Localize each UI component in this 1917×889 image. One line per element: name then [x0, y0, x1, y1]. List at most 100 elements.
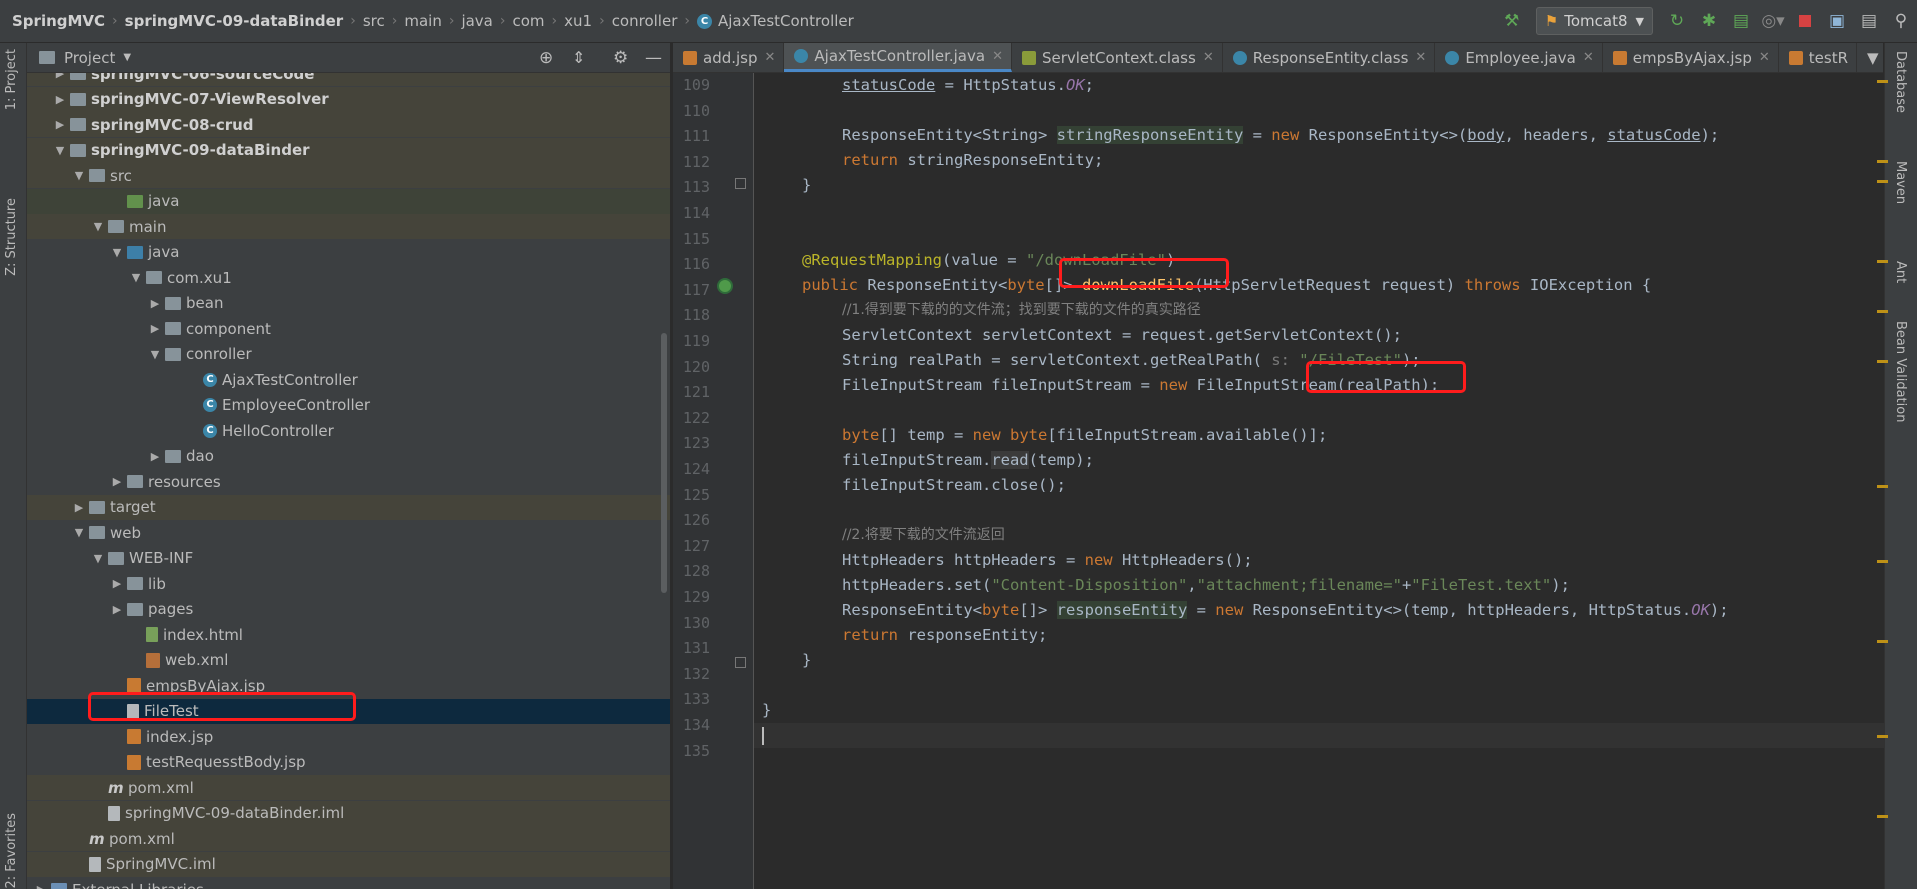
expand-right-icon[interactable]: ▶	[147, 322, 163, 335]
warning-mark[interactable]	[1877, 180, 1888, 183]
tree-item[interactable]: ▶ bean	[27, 291, 670, 316]
close-icon[interactable]: ✕	[992, 49, 1003, 64]
breadcrumb-item[interactable]: main	[404, 12, 441, 30]
tree-item[interactable]: java	[27, 188, 670, 214]
close-icon[interactable]: ✕	[765, 50, 776, 65]
favorites-tool-tab[interactable]: 2: Favorites	[4, 813, 19, 889]
editor-tab[interactable]: Employee.java ✕	[1435, 43, 1603, 72]
bean-validation-tool-tab[interactable]: Bean Validation	[1893, 321, 1908, 422]
tree-item[interactable]: ▶ springMVC-07-ViewResolver	[27, 86, 670, 112]
tree-item[interactable]: C EmployeeController	[27, 393, 670, 418]
build-hammer-icon[interactable]: ⚒	[1499, 8, 1525, 34]
tree-item[interactable]: testRequesstBody.jsp	[27, 750, 670, 775]
run-config-select[interactable]: ⚑ Tomcat8 ▼	[1535, 7, 1653, 35]
tree-item[interactable]: ▶ dao	[27, 444, 670, 469]
project-panel-title[interactable]: Project	[64, 49, 115, 67]
tree-item[interactable]: SpringMVC.iml	[27, 851, 670, 877]
warning-mark[interactable]	[1877, 485, 1888, 488]
expand-down-icon[interactable]: ▼	[147, 348, 163, 361]
warning-mark[interactable]	[1877, 260, 1888, 263]
breadcrumb-item[interactable]: src	[363, 12, 385, 30]
warning-mark[interactable]	[1877, 560, 1888, 563]
collapse-icon[interactable]: ⇕	[572, 48, 585, 67]
tree-item[interactable]: C HelloController	[27, 418, 670, 443]
gear-icon[interactable]: ⚙	[613, 48, 628, 68]
expand-right-icon[interactable]: ▶	[52, 118, 68, 131]
warning-mark[interactable]	[1877, 360, 1888, 363]
debug-icon[interactable]: ✱	[1696, 8, 1722, 34]
editor-tab[interactable]: testR	[1779, 43, 1857, 72]
tree-item[interactable]: ▶ target	[27, 494, 670, 520]
maven-tool-tab[interactable]: Maven	[1893, 161, 1908, 204]
expand-right-icon[interactable]: ▶	[33, 883, 49, 889]
project-structure-icon[interactable]: ▣	[1824, 8, 1850, 34]
expand-down-icon[interactable]: ▼	[109, 246, 125, 259]
tree-item[interactable]: m pom.xml	[27, 826, 670, 851]
tree-item[interactable]: ▼ WEB-INF	[27, 546, 670, 571]
expand-down-icon[interactable]: ▼	[90, 552, 106, 565]
breadcrumb-item[interactable]: xu1	[564, 12, 592, 30]
editor-tab[interactable]: ResponseEntity.class ✕	[1223, 43, 1436, 72]
tree-item[interactable]: ▼ springMVC-09-dataBinder	[27, 137, 670, 163]
coverage-icon[interactable]: ▤	[1728, 8, 1754, 34]
tree-item[interactable]: ▼ main	[27, 214, 670, 239]
warning-mark[interactable]	[1877, 310, 1888, 313]
database-tool-tab[interactable]: Database	[1893, 51, 1908, 113]
breadcrumb-item[interactable]: java	[461, 12, 492, 30]
expand-right-icon[interactable]: ▶	[52, 93, 68, 106]
expand-down-icon[interactable]: ▼	[52, 144, 68, 157]
breadcrumb-item[interactable]: SpringMVC	[12, 12, 105, 30]
expand-right-icon[interactable]: ▶	[147, 297, 163, 310]
close-icon[interactable]: ✕	[1203, 50, 1214, 65]
tree-item[interactable]: index.jsp	[27, 724, 670, 749]
breadcrumb-item[interactable]: AjaxTestController	[718, 12, 854, 30]
tree-item[interactable]: ▼ web	[27, 520, 670, 545]
expand-down-icon[interactable]: ▼	[90, 220, 106, 233]
warning-mark[interactable]	[1877, 80, 1888, 83]
expand-down-icon[interactable]: ▼	[128, 271, 144, 284]
tree-item[interactable]: ▼ src	[27, 163, 670, 188]
breadcrumb-item[interactable]: springMVC-09-dataBinder	[125, 12, 344, 30]
close-icon[interactable]: ✕	[1415, 50, 1426, 65]
warning-mark[interactable]	[1877, 735, 1888, 738]
expand-down-icon[interactable]: ▼	[71, 526, 87, 539]
search-icon[interactable]: ⚲	[1888, 8, 1914, 34]
tree-item[interactable]: ▶ lib	[27, 571, 670, 596]
tabs-overflow-chevron-icon[interactable]: ▼	[1857, 43, 1883, 72]
expand-right-icon[interactable]: ▶	[109, 577, 125, 590]
tree-item[interactable]: ▶ External Libraries	[27, 877, 670, 889]
tree-item[interactable]: ▶ pages	[27, 597, 670, 622]
code-editor[interactable]: statusCode = HttpStatus.OK; ResponseEnti…	[754, 73, 1884, 889]
expand-right-icon[interactable]: ▶	[52, 73, 68, 80]
rerun-icon[interactable]: ↻	[1664, 8, 1690, 34]
tree-item[interactable]: ▶ springMVC-08-crud	[27, 112, 670, 137]
breadcrumb-item[interactable]: conroller	[612, 12, 678, 30]
fold-icon[interactable]	[735, 178, 746, 189]
tree-item[interactable]: ▼ java	[27, 240, 670, 265]
expand-right-icon[interactable]: ▶	[147, 450, 163, 463]
tree-item[interactable]: ▶ springMVC-06-sourceCode	[27, 73, 670, 86]
tree-item[interactable]: ▶ resources	[27, 469, 670, 494]
tree-item[interactable]: C AjaxTestController	[27, 367, 670, 392]
close-icon[interactable]: ✕	[1583, 50, 1594, 65]
warning-mark[interactable]	[1877, 160, 1888, 163]
profile-icon[interactable]: ◎▾	[1760, 8, 1786, 34]
locate-icon[interactable]: ⊕	[539, 48, 553, 68]
tree-item[interactable]: ▼ com.xu1	[27, 265, 670, 290]
fold-icon[interactable]	[735, 657, 746, 668]
tree-item[interactable]: ▶ component	[27, 316, 670, 341]
editor-tab[interactable]: empsByAjax.jsp ✕	[1603, 43, 1779, 72]
endpoint-gutter-icon[interactable]	[717, 278, 733, 294]
terminal-icon[interactable]: ▤	[1856, 8, 1882, 34]
expand-down-icon[interactable]: ▼	[71, 169, 87, 182]
tree-item[interactable]: index.html	[27, 622, 670, 647]
editor-tab[interactable]: ServletContext.class ✕	[1012, 43, 1223, 72]
tree-item[interactable]: ▼ conroller	[27, 342, 670, 367]
tree-item[interactable]: m pom.xml	[27, 775, 670, 800]
ant-tool-tab[interactable]: Ant	[1893, 261, 1908, 283]
close-icon[interactable]: ✕	[1759, 50, 1770, 65]
tree-item[interactable]: springMVC-09-dataBinder.iml	[27, 800, 670, 826]
editor-tab[interactable]: AjaxTestController.java ✕	[784, 43, 1012, 72]
expand-right-icon[interactable]: ▶	[109, 603, 125, 616]
breadcrumb-item[interactable]: com	[512, 12, 544, 30]
